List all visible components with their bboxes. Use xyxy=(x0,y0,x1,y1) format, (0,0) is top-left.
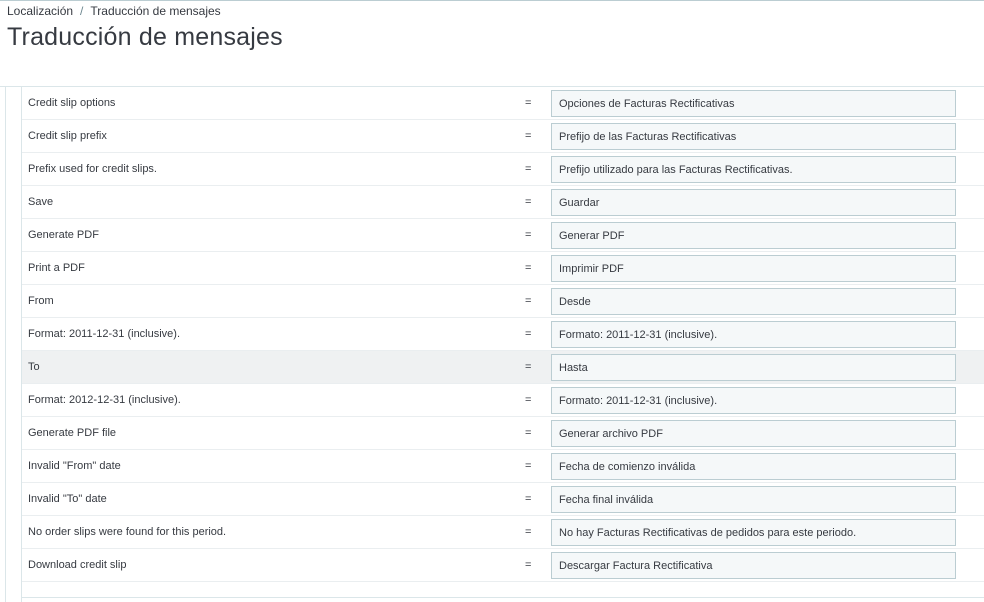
breadcrumb-current: Traducción de mensajes xyxy=(90,4,221,18)
page-header: Localización / Traducción de mensajes Trad… xyxy=(0,0,984,87)
source-string: Download credit slip xyxy=(28,559,127,571)
equals-sign: = xyxy=(525,262,532,274)
translation-input[interactable] xyxy=(551,486,956,513)
translation-row: Generate PDF file = xyxy=(22,417,984,450)
source-string: Format: 2011-12-31 (inclusive). xyxy=(28,328,181,340)
source-string: Credit slip prefix xyxy=(28,130,107,142)
equals-sign: = xyxy=(525,196,532,208)
translation-row: Credit slip prefix = xyxy=(22,120,984,153)
equals-sign: = xyxy=(525,493,532,505)
translation-row: Format: 2011-12-31 (inclusive). = xyxy=(22,318,984,351)
translation-row: Generate PDF = xyxy=(22,219,984,252)
source-string: Invalid "To" date xyxy=(28,493,107,505)
translation-input[interactable] xyxy=(551,552,956,579)
translation-rows: Credit slip options=Credit slip prefix=P… xyxy=(22,87,984,582)
translation-row: Invalid "From" date = xyxy=(22,450,984,483)
equals-sign: = xyxy=(525,163,532,175)
translation-input[interactable] xyxy=(551,519,956,546)
breadcrumb-separator: / xyxy=(80,4,84,18)
equals-sign: = xyxy=(525,295,532,307)
source-string: No order slips were found for this perio… xyxy=(28,526,227,538)
translation-input[interactable] xyxy=(551,387,956,414)
breadcrumb-localization-link[interactable]: Localización xyxy=(7,4,73,18)
source-string: To xyxy=(28,361,40,373)
equals-sign: = xyxy=(525,526,532,538)
source-string: From xyxy=(28,295,54,307)
translation-input[interactable] xyxy=(551,354,956,381)
equals-sign: = xyxy=(525,559,532,571)
equals-sign: = xyxy=(525,97,532,109)
translation-row: Invalid "To" date = xyxy=(22,483,984,516)
equals-sign: = xyxy=(525,361,532,373)
equals-sign: = xyxy=(525,130,532,142)
equals-sign: = xyxy=(525,229,532,241)
translation-input[interactable] xyxy=(551,189,956,216)
source-string: Generate PDF xyxy=(28,229,99,241)
equals-sign: = xyxy=(525,427,532,439)
source-string: Format: 2012-12-31 (inclusive). xyxy=(28,394,181,406)
translation-row: Credit slip options = xyxy=(22,87,984,120)
translation-row: Print a PDF = xyxy=(22,252,984,285)
equals-sign: = xyxy=(525,460,532,472)
source-string: Credit slip options xyxy=(28,97,116,109)
source-string: Save xyxy=(28,196,54,208)
translation-input[interactable] xyxy=(551,123,956,150)
equals-sign: = xyxy=(525,394,532,406)
translation-row: Save = xyxy=(22,186,984,219)
source-string: Prefix used for credit slips. xyxy=(28,163,157,175)
translation-input[interactable] xyxy=(551,156,956,183)
panel-divider xyxy=(22,597,984,598)
breadcrumb: Localización / Traducción de mensajes xyxy=(7,4,221,18)
equals-sign: = xyxy=(525,328,532,340)
translation-input[interactable] xyxy=(551,222,956,249)
translation-row: Download credit slip = xyxy=(22,549,984,582)
translation-row: To = xyxy=(22,351,984,384)
translation-row: No order slips were found for this perio… xyxy=(22,516,984,549)
translation-input[interactable] xyxy=(551,288,956,315)
source-string: Generate PDF file xyxy=(28,427,117,439)
source-string: Invalid "From" date xyxy=(28,460,121,472)
translation-input[interactable] xyxy=(551,453,956,480)
translation-row: From = xyxy=(22,285,984,318)
translation-input[interactable] xyxy=(551,321,956,348)
translation-row: Prefix used for credit slips. = xyxy=(22,153,984,186)
translation-input[interactable] xyxy=(551,420,956,447)
page-title: Traducción de mensajes xyxy=(7,23,283,51)
translation-row: Format: 2012-12-31 (inclusive). = xyxy=(22,384,984,417)
translation-input[interactable] xyxy=(551,255,956,282)
translation-input[interactable] xyxy=(551,90,956,117)
source-string: Print a PDF xyxy=(28,262,85,274)
